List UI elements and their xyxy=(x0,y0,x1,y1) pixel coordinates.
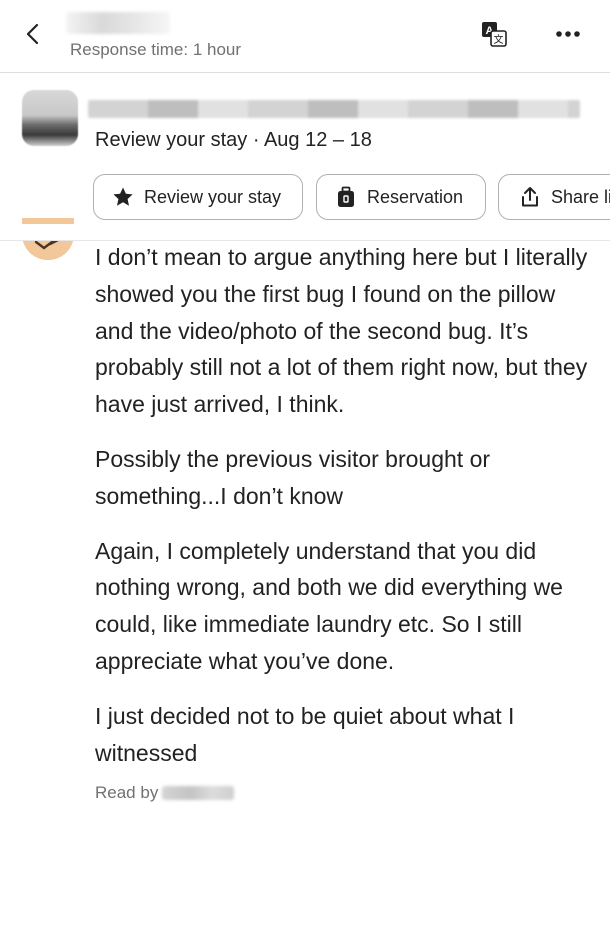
share-listing-button[interactable]: Share li xyxy=(498,174,610,220)
back-button[interactable] xyxy=(20,20,48,48)
read-receipt: Read by xyxy=(95,783,595,803)
translate-button[interactable]: A 文 xyxy=(480,20,508,48)
more-options-button[interactable] xyxy=(552,22,584,46)
response-time: Response time: 1 hour xyxy=(70,40,242,59)
message-paragraph: I don’t mean to argue anything here but … xyxy=(95,244,588,418)
message-bubble: I don’t mean to argue anything here but … xyxy=(95,239,595,803)
host-name-redacted xyxy=(66,12,170,34)
reservation-button[interactable]: Reservation xyxy=(316,174,486,220)
star-icon xyxy=(113,187,133,206)
review-your-stay-label: Review your stay xyxy=(144,186,282,207)
translate-icon: A 文 xyxy=(482,22,507,47)
share-icon xyxy=(522,187,538,207)
reader-name-redacted xyxy=(162,786,235,801)
more-horizontal-icon xyxy=(556,31,580,37)
share-label: Share li xyxy=(551,186,610,207)
chevron-left-icon xyxy=(26,23,39,45)
stay-dates: Review your stay · Aug 12 – 18 xyxy=(95,129,372,151)
message-paragraph: I just decided not to be quiet about wha… xyxy=(95,702,515,766)
listing-thumbnail[interactable] xyxy=(22,90,78,146)
reservation-label: Reservation xyxy=(367,186,464,207)
action-chip-row: Review your stay Reservation Share li xyxy=(0,172,610,224)
review-your-stay-button[interactable]: Review your stay xyxy=(93,174,303,220)
chip-row-background xyxy=(0,224,610,240)
header-divider xyxy=(0,72,610,73)
listing-title-redacted xyxy=(88,100,580,118)
chat-header: Response time: 1 hour A 文 xyxy=(0,0,610,72)
message-paragraph: Possibly the previous visitor brought or… xyxy=(95,445,491,509)
svg-text:文: 文 xyxy=(494,33,504,46)
suitcase-icon xyxy=(338,186,354,207)
message-paragraph: Again, I completely understand that you … xyxy=(95,537,563,674)
read-by-label: Read by xyxy=(95,783,159,803)
